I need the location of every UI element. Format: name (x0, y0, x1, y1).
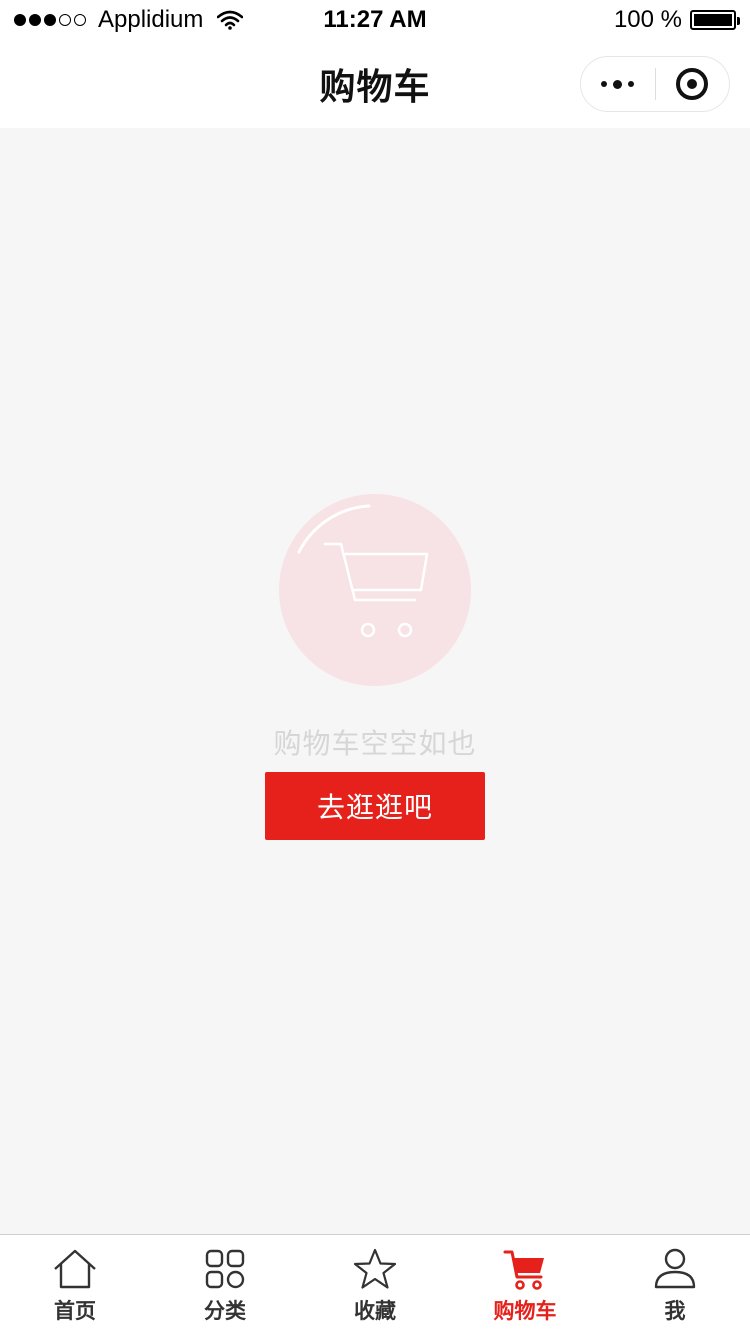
page-title: 购物车 (319, 67, 431, 108)
more-button[interactable] (581, 57, 655, 111)
record-circle-icon (676, 68, 709, 100)
tab-favorites[interactable]: 收藏 (300, 1235, 450, 1334)
signal-strength-icon (14, 14, 86, 26)
mini-program-capsule (580, 56, 730, 112)
tab-label: 收藏 (354, 1299, 396, 1323)
battery-fill (694, 14, 732, 26)
star-icon (353, 1248, 397, 1289)
status-bar: Applidium 11:27 AM 100 % (0, 0, 750, 40)
screen: Applidium 11:27 AM 100 % 购物车 购物车空空如也 去逛逛… (0, 0, 750, 1334)
empty-cart-message: 购物车空空如也 (273, 727, 477, 760)
wifi-icon (217, 10, 244, 30)
tab-label: 购物车 (493, 1299, 557, 1323)
tab-label: 分类 (204, 1299, 246, 1323)
go-shopping-button[interactable]: 去逛逛吧 (265, 772, 485, 840)
status-right: 100 % (613, 6, 740, 34)
tab-category[interactable]: 分类 (150, 1235, 300, 1334)
empty-cart-illustration (279, 494, 471, 686)
tab-cart[interactable]: 购物车 (450, 1235, 600, 1334)
tab-label: 首页 (54, 1299, 96, 1323)
user-icon (654, 1248, 696, 1289)
navigation-bar: 购物车 (0, 40, 750, 128)
home-icon (54, 1249, 96, 1289)
tab-label: 我 (664, 1299, 686, 1323)
tab-profile[interactable]: 我 (600, 1235, 750, 1334)
shopping-cart-icon (297, 504, 429, 638)
carrier-name: Applidium (98, 6, 204, 33)
close-button[interactable] (656, 57, 730, 111)
tab-home[interactable]: 首页 (0, 1235, 150, 1334)
more-dots-icon (601, 81, 608, 87)
cart-icon (503, 1250, 544, 1290)
status-left: Applidium (14, 6, 614, 34)
tab-bar: 首页 分类 收藏 购物车 我 (0, 1234, 750, 1334)
battery-percentage: 100 % (613, 6, 682, 33)
category-grid-icon (205, 1249, 245, 1289)
battery-icon (690, 10, 740, 30)
empty-cart-area: 购物车空空如也 去逛逛吧 (0, 128, 750, 1234)
